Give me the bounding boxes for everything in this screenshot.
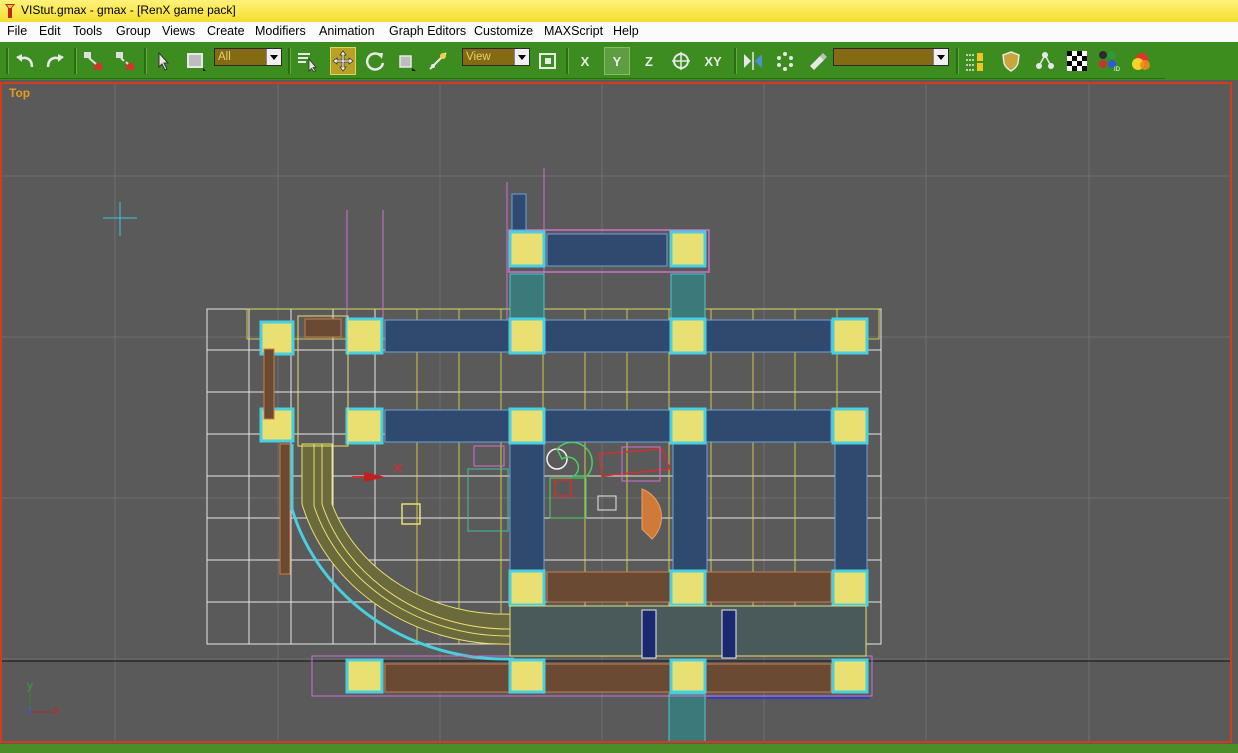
redo-button[interactable] <box>42 47 68 75</box>
window-title: VIStut.gmax - gmax - [RenX game pack] <box>21 3 236 17</box>
top-viewport[interactable]: Top y z x <box>0 82 1232 743</box>
gmax-app-icon[interactable] <box>3 3 17 19</box>
mirror-icon <box>744 52 762 70</box>
menu-graph-editors[interactable]: Graph Editors <box>389 24 466 38</box>
plane-constraint-icon <box>672 52 690 70</box>
material-spheres-icon: ID <box>1099 51 1121 72</box>
select-by-name-button[interactable] <box>294 47 320 75</box>
chevron-down-icon <box>266 49 281 65</box>
axis-tripod-y-label: y <box>27 678 33 692</box>
axis-xy-label: XY <box>704 53 722 69</box>
unlink-selection-button[interactable] <box>112 47 138 75</box>
title-bar: VIStut.gmax - gmax - [RenX game pack] <box>0 0 1238 23</box>
select-and-link-button[interactable] <box>80 47 106 75</box>
selection-filter-dropdown[interactable]: All <box>214 48 282 66</box>
restrict-z-button[interactable]: Z <box>636 47 662 75</box>
menu-views[interactable]: Views <box>162 24 195 38</box>
schematic-view-button[interactable] <box>1032 47 1058 75</box>
menu-create[interactable]: Create <box>207 24 245 38</box>
level-wireframe-model <box>206 168 882 741</box>
axis-x-label: X <box>580 53 590 69</box>
move-icon <box>332 50 354 72</box>
main-toolbar: All View X Y Z XY ID <box>0 42 1238 80</box>
unlink-icon <box>116 52 134 70</box>
undo-button[interactable] <box>12 47 38 75</box>
undo-icon <box>16 54 34 68</box>
schematic-icon <box>1036 52 1054 69</box>
restrict-y-button[interactable]: Y <box>604 47 630 75</box>
axis-y-label: Y <box>612 53 622 69</box>
select-and-rotate-button[interactable] <box>362 47 388 75</box>
layers-icon <box>966 53 983 71</box>
region-select-button[interactable] <box>183 47 209 75</box>
menu-edit[interactable]: Edit <box>39 24 61 38</box>
pivot-center-icon <box>539 53 556 69</box>
scale-icon <box>399 55 416 71</box>
restrict-plane-button[interactable] <box>668 47 694 75</box>
svg-text:ID: ID <box>1114 67 1121 72</box>
viewport-scene[interactable] <box>2 84 1230 741</box>
named-selection-sets-dropdown[interactable] <box>833 48 949 66</box>
shield-icon <box>1002 51 1020 72</box>
origin-cursor-crosshair <box>103 202 137 236</box>
render-teapot-icon <box>1132 53 1150 70</box>
select-and-scale-button[interactable] <box>393 47 419 75</box>
array-button[interactable] <box>772 47 798 75</box>
restrict-x-button[interactable]: X <box>572 47 598 75</box>
axis-tripod-x-label: x <box>53 703 59 717</box>
mirror-button[interactable] <box>740 47 766 75</box>
menu-animation[interactable]: Animation <box>319 24 375 38</box>
menu-tools[interactable]: Tools <box>73 24 102 38</box>
select-and-manipulate-button[interactable] <box>425 47 451 75</box>
material-id-button[interactable]: ID <box>1096 47 1122 75</box>
axis-tripod-z-label: z <box>27 703 33 717</box>
manipulate-icon <box>429 52 447 70</box>
arrow-cursor-icon <box>158 51 170 71</box>
layers-button[interactable] <box>962 47 988 75</box>
menu-maxscript[interactable]: MAXScript <box>544 24 603 38</box>
array-icon <box>777 52 793 71</box>
link-icon <box>84 52 102 70</box>
select-object-button[interactable] <box>151 47 177 75</box>
menu-file[interactable]: File <box>7 24 27 38</box>
axis-z-label: Z <box>645 53 653 69</box>
render-scene-button[interactable] <box>1128 47 1154 75</box>
selection-filter-value: All <box>218 51 231 63</box>
select-by-name-icon <box>298 53 317 72</box>
menu-modifiers[interactable]: Modifiers <box>255 24 306 38</box>
material-editor-button[interactable] <box>1064 47 1090 75</box>
menu-help[interactable]: Help <box>613 24 639 38</box>
reference-coordinate-value: View <box>466 51 491 63</box>
rotate-icon <box>365 52 385 71</box>
reference-coordinate-dropdown[interactable]: View <box>462 48 530 66</box>
chevron-down-icon <box>514 49 529 65</box>
rectangle-region-icon <box>187 53 206 71</box>
align-icon <box>810 53 827 70</box>
menu-customize[interactable]: Customize <box>474 24 533 38</box>
redo-icon <box>46 54 64 68</box>
align-button[interactable] <box>804 47 830 75</box>
select-and-move-button[interactable] <box>330 47 356 75</box>
viewport-label[interactable]: Top <box>9 86 30 100</box>
chevron-down-icon <box>933 49 948 65</box>
menu-group[interactable]: Group <box>116 24 151 38</box>
restrict-xy-button[interactable]: XY <box>700 47 726 75</box>
checker-icon <box>1067 51 1087 71</box>
menu-bar: File Edit Tools Group Views Create Modif… <box>0 22 1238 43</box>
bottom-panel-edge <box>0 744 1238 753</box>
curve-editor-button[interactable] <box>998 47 1024 75</box>
pivot-center-button[interactable] <box>535 47 561 75</box>
